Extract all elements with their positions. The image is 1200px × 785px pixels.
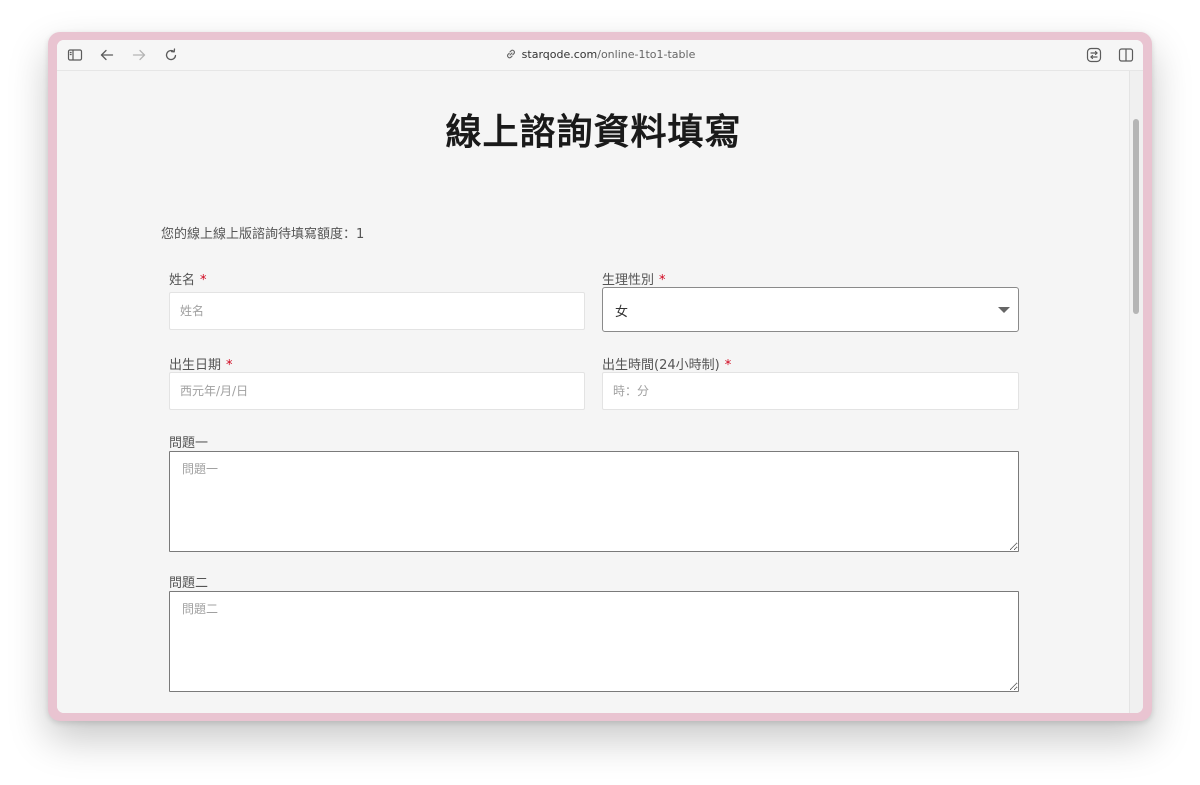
required-mark: * [659,273,666,288]
browser-toolbar: starqode.com/online-1to1-table [57,40,1143,71]
required-mark: * [226,358,233,373]
page-title: 線上諮詢資料填寫 [445,112,742,153]
name-input[interactable] [169,292,585,330]
sex-selected-value: 女 [615,305,629,320]
birth-time-label: 出生時間(24小時制) * [602,354,731,373]
sex-select[interactable]: 女 [602,287,1019,332]
url-path: /online-1to1-table [597,48,696,61]
chevron-down-icon [998,307,1010,313]
name-label: 姓名 * [169,269,207,288]
reader-icon[interactable] [1086,47,1102,63]
scrollbar-thumb[interactable] [1133,119,1139,314]
birth-date-label-text: 出生日期 [169,358,222,373]
browser-window-frame: starqode.com/online-1to1-table 線上諮詢資料填寫 … [48,32,1152,721]
sex-label-text: 生理性別 [602,273,655,288]
address-bar[interactable]: starqode.com/online-1to1-table [57,48,1143,63]
split-view-icon[interactable] [1118,47,1134,63]
birth-date-label: 出生日期 * [169,354,233,373]
link-icon [505,48,517,63]
page-content: 線上諮詢資料填寫 您的線上線上版諮詢待填寫額度：1 姓名 * 生理性別 * 女 出生… [57,71,1130,713]
required-mark: * [200,273,207,288]
name-label-text: 姓名 [169,273,196,288]
question1-label: 問題一 [169,436,209,451]
sex-label: 生理性別 * [602,269,666,288]
page-scrollbar[interactable] [1129,71,1143,713]
birth-date-input[interactable] [169,372,585,410]
quota-text: 您的線上線上版諮詢待填寫額度：1 [161,227,365,242]
question1-textarea[interactable] [169,451,1019,552]
question2-textarea[interactable] [169,591,1019,692]
required-mark: * [724,358,732,373]
browser-window: starqode.com/online-1to1-table 線上諮詢資料填寫 … [57,40,1143,713]
birth-time-input[interactable] [602,372,1019,410]
question2-label: 問題二 [169,576,209,591]
url-host: starqode.com [521,48,598,61]
birth-time-label-text: 出生時間(24小時制) [602,358,720,373]
